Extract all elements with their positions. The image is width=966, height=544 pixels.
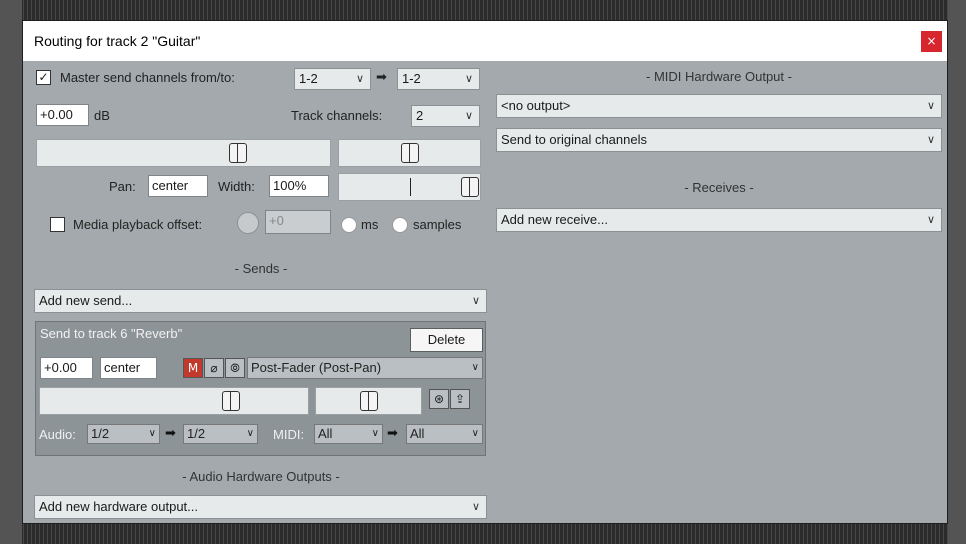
- receives-section-title: - Receives -: [684, 180, 754, 195]
- add-receive-dropdown[interactable]: Add new receive... ∨: [496, 208, 942, 232]
- radio-samples[interactable]: [392, 217, 408, 233]
- width-field[interactable]: 100%: [269, 175, 329, 197]
- send-volume-slider[interactable]: [39, 387, 309, 415]
- midi-output-value: <no output>: [501, 98, 571, 113]
- volume-slider-knob[interactable]: [229, 143, 247, 163]
- chevron-down-icon: ∨: [355, 72, 364, 85]
- master-from-dropdown[interactable]: 1-2 ∨: [294, 68, 371, 90]
- track-channels-value: 2: [416, 108, 424, 123]
- volume-unit-label: dB: [94, 108, 110, 123]
- midi-hw-section-title: - MIDI Hardware Output -: [646, 69, 792, 84]
- arrow-right-icon: ➡: [376, 70, 387, 85]
- pan-field[interactable]: center: [148, 175, 208, 197]
- master-to-dropdown[interactable]: 1-2 ∨: [397, 68, 480, 90]
- chevron-down-icon: ∨: [471, 500, 480, 513]
- add-send-dropdown[interactable]: Add new send... ∨: [34, 289, 487, 313]
- chevron-down-icon: ∨: [246, 428, 254, 439]
- master-from-value: 1-2: [299, 71, 318, 86]
- send-pan-field[interactable]: center: [100, 357, 157, 379]
- send-audio-from-dropdown[interactable]: 1/2 ∨: [87, 424, 160, 444]
- delete-send-button[interactable]: Delete: [410, 328, 483, 352]
- audio-label: Audio:: [39, 427, 76, 442]
- chevron-down-icon: ∨: [926, 133, 935, 146]
- chevron-down-icon: ∨: [471, 294, 480, 307]
- master-send-checkbox[interactable]: ✓: [36, 70, 51, 85]
- send-pan-knob[interactable]: [360, 391, 378, 411]
- midi-channels-value: Send to original channels: [501, 132, 647, 147]
- send-midi-from-dropdown[interactable]: All ∨: [314, 424, 383, 444]
- radio-ms[interactable]: [341, 217, 357, 233]
- mute-icon[interactable]: M: [183, 358, 203, 378]
- send-up-icon[interactable]: ⇪: [450, 389, 470, 409]
- midi-output-dropdown[interactable]: <no output> ∨: [496, 94, 942, 118]
- chevron-down-icon: ∨: [371, 428, 379, 439]
- phase-invert-icon[interactable]: ⌀: [204, 358, 224, 378]
- send-item-title: Send to track 6 "Reverb": [40, 326, 183, 341]
- pan-slider-knob[interactable]: [401, 143, 419, 163]
- send-item-panel: Send to track 6 "Reverb" Delete +0.00 ce…: [35, 321, 486, 456]
- add-send-label: Add new send...: [39, 293, 133, 308]
- audio-from-value: 1/2: [91, 426, 110, 441]
- chevron-down-icon: ∨: [471, 362, 479, 373]
- master-pan-slider[interactable]: [338, 139, 481, 167]
- background-left: [0, 0, 22, 544]
- send-audio-to-dropdown[interactable]: 1/2 ∨: [183, 424, 258, 444]
- radio-samples-label: samples: [413, 217, 462, 232]
- send-volume-knob[interactable]: [222, 391, 240, 411]
- midi-to-value: All: [410, 426, 425, 441]
- title-bar[interactable]: Routing for track 2 "Guitar" ×: [23, 21, 947, 61]
- send-mode-dropdown[interactable]: Post-Fader (Post-Pan) ∨: [247, 357, 483, 379]
- arrow-right-icon: ➡: [165, 426, 176, 441]
- master-volume-slider[interactable]: [36, 139, 331, 167]
- chevron-down-icon: ∨: [464, 72, 473, 85]
- width-center-line: [410, 178, 411, 196]
- background-right: [948, 0, 966, 544]
- chevron-down-icon: ∨: [148, 428, 156, 439]
- audio-hw-section-title: - Audio Hardware Outputs -: [182, 469, 340, 484]
- chevron-down-icon: ∨: [926, 213, 935, 226]
- track-channels-dropdown[interactable]: 2 ∨: [411, 105, 480, 127]
- chevron-down-icon: ∨: [464, 109, 473, 122]
- midi-from-value: All: [318, 426, 333, 441]
- send-pan-slider[interactable]: [315, 387, 422, 415]
- media-offset-label: Media playback offset:: [73, 217, 203, 232]
- chevron-down-icon: ∨: [471, 428, 479, 439]
- master-volume-field[interactable]: +0.00: [36, 104, 89, 126]
- background-track-area-bottom: [0, 524, 966, 544]
- add-receive-label: Add new receive...: [501, 212, 608, 227]
- midi-channels-dropdown[interactable]: Send to original channels ∨: [496, 128, 942, 152]
- master-to-value: 1-2: [402, 71, 421, 86]
- window-title: Routing for track 2 "Guitar": [34, 33, 201, 49]
- add-hw-output-label: Add new hardware output...: [39, 499, 198, 514]
- sends-section-title: - Sends -: [234, 261, 288, 276]
- background-track-area: [0, 0, 966, 20]
- midi-label: MIDI:: [273, 427, 305, 442]
- add-hw-output-dropdown[interactable]: Add new hardware output... ∨: [34, 495, 487, 519]
- radio-ms-label: ms: [361, 217, 379, 232]
- close-button[interactable]: ×: [921, 31, 942, 52]
- audio-to-value: 1/2: [187, 426, 206, 441]
- width-label: Width:: [218, 179, 255, 194]
- width-slider-knob[interactable]: [461, 177, 479, 197]
- width-slider[interactable]: [338, 173, 481, 201]
- offset-knob-icon[interactable]: [237, 212, 259, 234]
- routing-dialog: Routing for track 2 "Guitar" × ✓ Master …: [22, 20, 948, 524]
- send-volume-field[interactable]: +0.00: [40, 357, 93, 379]
- track-channels-label: Track channels:: [291, 108, 383, 123]
- arrow-right-icon: ➡: [387, 426, 398, 441]
- media-offset-field[interactable]: +0: [265, 210, 331, 234]
- master-send-label: Master send channels from/to:: [60, 70, 235, 85]
- media-offset-checkbox[interactable]: [50, 217, 65, 232]
- send-midi-to-dropdown[interactable]: All ∨: [406, 424, 483, 444]
- pan-label: Pan:: [109, 179, 136, 194]
- envelope-icon[interactable]: ⊛: [429, 389, 449, 409]
- chevron-down-icon: ∨: [926, 99, 935, 112]
- mono-icon[interactable]: ⦾: [225, 358, 245, 378]
- send-mode-value: Post-Fader (Post-Pan): [251, 360, 382, 375]
